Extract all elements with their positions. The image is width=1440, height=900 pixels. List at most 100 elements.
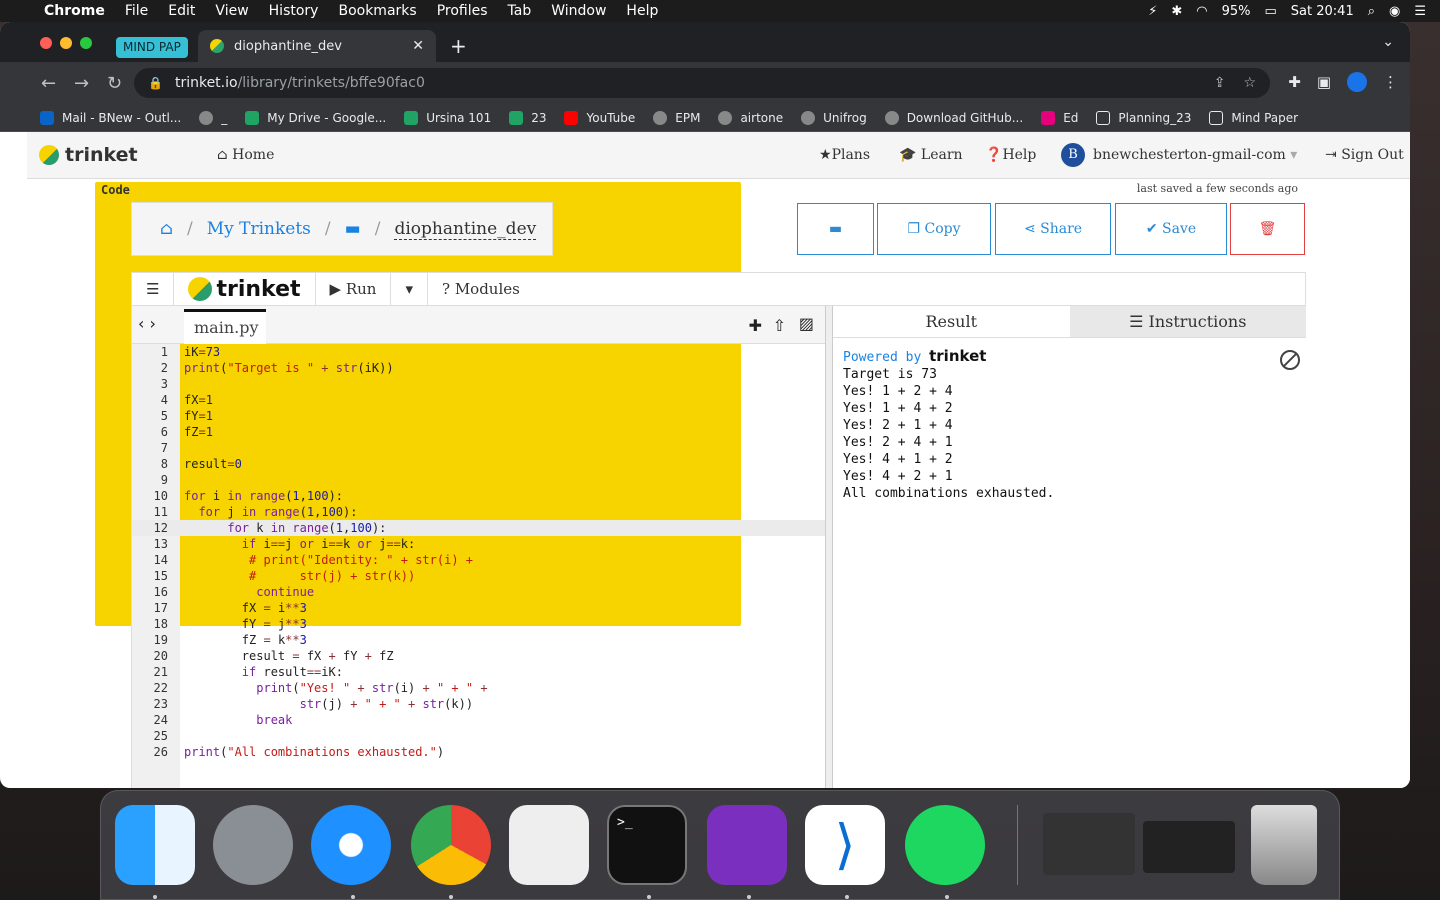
tab-group-label[interactable]: MIND PAP xyxy=(116,37,188,58)
share-page-icon[interactable]: ⇪ xyxy=(1214,75,1226,91)
tab-search-chevron-icon[interactable]: ⌄ xyxy=(1382,34,1394,50)
bookmark-item[interactable]: 23 xyxy=(509,110,546,125)
menu-help[interactable]: Help xyxy=(616,3,668,19)
bookmark-item[interactable]: YouTube xyxy=(564,110,635,125)
minimize-window-button[interactable] xyxy=(60,37,72,49)
bluetooth-icon[interactable]: ✱ xyxy=(1171,4,1182,19)
file-tab-main[interactable]: main.py xyxy=(184,309,266,344)
siri-icon[interactable]: ◉ xyxy=(1389,4,1400,19)
menu-profiles[interactable]: Profiles xyxy=(427,3,498,19)
minimized-window-thumbnail[interactable] xyxy=(1043,813,1135,875)
bookmark-folder[interactable]: Mind Paper xyxy=(1209,110,1298,125)
home-icon[interactable]: ⌂ xyxy=(160,219,173,239)
bookmark-item[interactable]: Ursina 101 xyxy=(404,110,491,125)
code-editor[interactable]: ‹ › main.py ✚ ⇧ ▨ 1 2 3 4 5 6 7 8 9 10 11 12 13 14 15 1… xyxy=(131,306,826,788)
vscode-icon[interactable]: ⟩ xyxy=(805,805,885,885)
battery-percent[interactable]: 95% xyxy=(1222,4,1251,19)
globe-icon xyxy=(801,110,816,125)
launchpad-icon[interactable] xyxy=(213,805,293,885)
bolt-icon[interactable]: ⚡ xyxy=(1148,4,1157,19)
zoom-window-button[interactable] xyxy=(80,37,92,49)
trinket-logo[interactable]: trinket Code xyxy=(39,144,741,626)
save-button[interactable]: ✔ Save xyxy=(1115,203,1227,255)
close-tab-icon[interactable]: ✕ xyxy=(412,38,424,54)
code-area[interactable]: iK=73 print("Target is " + str(iK)) fX=1… xyxy=(180,344,826,788)
profile-avatar[interactable] xyxy=(1347,72,1367,92)
minimized-window-thumbnail[interactable] xyxy=(1143,821,1235,873)
pane-splitter[interactable] xyxy=(825,306,833,788)
reload-icon[interactable]: ↻ xyxy=(98,73,131,94)
bookmark-item[interactable]: _ xyxy=(199,110,227,125)
nav-plans[interactable]: ★Plans xyxy=(819,147,870,163)
bookmark-item[interactable]: Ed xyxy=(1041,110,1078,125)
spotify-icon[interactable] xyxy=(905,805,985,885)
run-options-chevron-icon[interactable]: ▾ xyxy=(391,273,428,305)
bookmark-item[interactable]: Unifrog xyxy=(801,110,867,125)
user-menu[interactable]: Bbnewchesterton-gmail-com ▾ xyxy=(1061,143,1297,167)
extensions-icon[interactable]: ✚ xyxy=(1288,73,1301,91)
control-center-icon[interactable]: ☰ xyxy=(1414,4,1426,19)
add-file-icon[interactable]: ✚ xyxy=(749,316,762,335)
bookmark-item[interactable]: Mail - BNew - Outl... xyxy=(40,110,181,125)
address-bar[interactable]: 🔒 trinket.io/library/trinkets/bffe90fac0… xyxy=(134,68,1270,98)
modules-button[interactable]: ? Modules xyxy=(428,273,534,305)
last-saved-status: last saved a few seconds ago xyxy=(1136,182,1298,195)
sign-out-link[interactable]: ⇥ Sign Out xyxy=(1325,147,1404,163)
copy-icon: ❐ xyxy=(907,221,921,237)
share-button[interactable]: ⋖ Share xyxy=(995,203,1111,255)
nav-help[interactable]: ❓Help xyxy=(985,147,1036,163)
spotlight-search-icon[interactable]: ⌕ xyxy=(1368,4,1375,19)
menu-window[interactable]: Window xyxy=(541,3,616,19)
running-indicator xyxy=(647,895,651,899)
chrome-icon[interactable] xyxy=(411,805,491,885)
image-library-icon[interactable]: ▨ xyxy=(799,314,814,333)
stop-icon[interactable] xyxy=(1280,350,1300,370)
battery-icon[interactable]: ▭ xyxy=(1265,4,1277,19)
bookmark-item[interactable]: airtone xyxy=(718,110,783,125)
bookmark-item[interactable]: Download GitHub... xyxy=(884,110,1023,125)
breadcrumb-my-trinkets[interactable]: My Trinkets xyxy=(207,219,311,239)
folder-icon[interactable]: ▬ xyxy=(345,219,361,239)
close-window-button[interactable] xyxy=(40,37,52,49)
bookmark-item[interactable]: My Drive - Google... xyxy=(245,110,386,125)
back-arrow-icon[interactable]: ← xyxy=(32,73,65,94)
chrome-menu-icon[interactable]: ⋮ xyxy=(1383,73,1398,91)
run-button[interactable]: ▶ Run xyxy=(316,273,392,305)
github-desktop-icon[interactable] xyxy=(707,805,787,885)
active-tab[interactable]: diophantine_dev ✕ xyxy=(198,30,436,62)
delete-button[interactable]: 🗑 xyxy=(1230,203,1305,255)
menu-bookmarks[interactable]: Bookmarks xyxy=(328,3,426,19)
menu-clock[interactable]: Sat 20:41 xyxy=(1291,4,1354,19)
bookmark-star-icon[interactable]: ☆ xyxy=(1243,75,1256,91)
forward-arrow-icon[interactable]: → xyxy=(65,73,98,94)
powered-by[interactable]: Powered by trinket xyxy=(843,348,1054,366)
bookmark-folder[interactable]: Planning_23 xyxy=(1096,110,1191,125)
trinket-title[interactable]: diophantine_dev xyxy=(394,219,537,240)
unity-hub-icon[interactable] xyxy=(509,805,589,885)
upload-icon[interactable]: ⇧ xyxy=(773,316,786,335)
terminal-icon[interactable]: >_ xyxy=(607,805,687,885)
code-toggle-icon[interactable]: ‹ › xyxy=(138,314,156,333)
menu-file[interactable]: File xyxy=(115,3,158,19)
nav-learn[interactable]: 🎓 Learn xyxy=(899,147,963,163)
menu-tab[interactable]: Tab xyxy=(498,3,542,19)
safari-icon[interactable] xyxy=(311,805,391,885)
menu-app-name[interactable]: Chrome xyxy=(40,3,115,19)
editor-toolbar: ☰ trinket ▶ Run ▾ ? Modules xyxy=(131,272,1306,306)
tab-instructions[interactable]: ☰ Instructions xyxy=(1069,306,1306,337)
trash-icon[interactable] xyxy=(1251,805,1317,885)
new-tab-button[interactable]: + xyxy=(450,34,467,58)
folder-button[interactable]: ▬ xyxy=(797,203,874,255)
wifi-icon[interactable]: ◠ xyxy=(1196,4,1207,19)
menu-view[interactable]: View xyxy=(205,3,258,19)
side-panel-icon[interactable]: ▣ xyxy=(1317,73,1331,91)
bookmark-item[interactable]: EPM xyxy=(653,110,700,125)
lock-icon[interactable]: 🔒 xyxy=(148,76,163,90)
nav-home[interactable]: ⌂ Home xyxy=(217,147,274,163)
finder-icon[interactable] xyxy=(115,805,195,885)
tab-result[interactable]: Result xyxy=(833,306,1070,337)
menu-edit[interactable]: Edit xyxy=(158,3,205,19)
menu-history[interactable]: History xyxy=(259,3,329,19)
hamburger-menu-icon[interactable]: ☰ xyxy=(132,273,175,305)
copy-button[interactable]: ❐ Copy xyxy=(877,203,991,255)
